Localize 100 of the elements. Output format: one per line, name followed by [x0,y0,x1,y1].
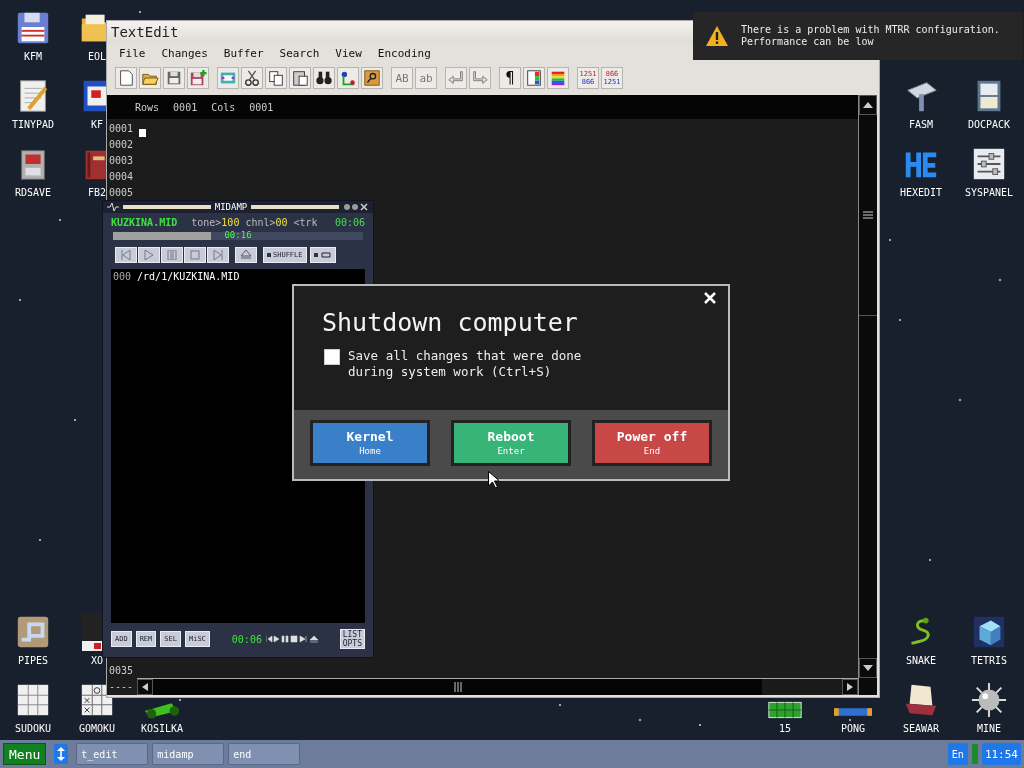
toolbar-button[interactable] [289,67,311,89]
status-value: 0001 [173,101,198,113]
tiles-icon [766,701,804,719]
next-button[interactable] [207,247,229,263]
stop-icon [190,250,200,260]
dialog-title: Shutdown computer [322,308,579,338]
toolbar-button[interactable] [265,67,287,89]
icon-label[interactable]: TINYPAD [11,119,55,131]
previous-button[interactable] [115,247,137,263]
icon-label[interactable]: FASM [908,119,934,131]
icon-label[interactable]: RDSAVE [14,187,52,199]
color-box-icon [525,69,543,87]
clock: 11:54 [981,743,1021,765]
rainbow-icon [549,69,567,87]
toolbar-button[interactable] [241,67,263,89]
close-icon[interactable] [702,290,718,306]
wave-icon [107,203,119,211]
undo-arrow-icon [447,69,465,87]
track-info: tone> [191,216,222,228]
icon-label[interactable]: PIPES [17,655,49,667]
toolbar-button[interactable] [523,67,545,89]
menu-item[interactable]: Encoding [369,46,439,60]
language-indicator[interactable]: En [947,743,968,765]
toolbar-button[interactable]: ab [415,67,437,89]
replace-icon [339,69,357,87]
track-info: KUZKINA.MID [111,216,178,228]
line-number: 0003 [108,154,135,168]
up-down-arrow-icon [57,747,66,761]
mower-icon [143,701,181,719]
notification-text: There is a problem with MTRR configuration. [741,24,1000,36]
text-cursor [139,129,146,137]
down-arrow-icon[interactable] [863,665,873,671]
copy-icon [267,69,285,87]
icon-label[interactable]: SYSPANEL [964,187,1014,199]
pause-button[interactable] [161,247,183,263]
line-number: ---- [108,680,135,694]
dialog-button[interactable]: Kernel Home [310,420,430,466]
repeat-button[interactable] [309,247,336,263]
repeat-icon [319,251,332,259]
icon-label[interactable]: KOSILKA [140,723,184,735]
icon-label[interactable]: HEXEDIT [899,187,943,199]
switch-button[interactable] [54,744,69,764]
icon-label[interactable]: FB2 [87,187,107,199]
checkbox-label[interactable]: Save all changes that were done during system work (Ctrl+S) [348,348,608,380]
blank-page-icon [117,69,135,87]
toolbar-button[interactable] [361,67,383,89]
left-arrow-icon[interactable] [142,683,148,691]
icon-label[interactable]: SNAKE [905,655,937,667]
key-icon [363,69,381,87]
menu-item[interactable]: Changes [153,46,216,60]
icon-label[interactable]: KFM [23,51,43,63]
binoculars-icon [315,69,333,87]
track-info: <trk [293,216,318,228]
status-label: Cols [211,101,236,113]
icon-label[interactable]: SUDOKU [14,723,52,735]
right-arrow-icon[interactable] [847,683,853,691]
notification-text: Performance can be low [741,36,875,48]
icon-label[interactable]: EOL [87,51,107,63]
icon-label[interactable]: XO [90,655,103,667]
play-icon [144,250,154,260]
icon-label[interactable]: PONG [840,723,866,735]
paddle-icon [834,708,872,716]
menu-item[interactable]: View [327,46,370,60]
toolbar-button[interactable] [115,67,137,89]
grip-icon [453,682,462,692]
menu-item[interactable]: Search [271,46,328,60]
toolbar-button[interactable]: ¶ [499,67,521,89]
menu-item[interactable]: File [111,46,154,60]
icon-label[interactable]: KF [90,119,103,131]
track-info: 100 [221,216,240,228]
icon-label[interactable]: MINE [976,723,1002,735]
line-number: 0001 [108,122,135,136]
progress-bar[interactable]: 00:16 [113,232,363,240]
icon-label[interactable]: GOMOKU [78,723,116,735]
line-number: 0005 [108,186,135,200]
window-title: MIDAMP [214,201,248,213]
list-options-button[interactable]: LIST OPTS [339,629,365,649]
redo-arrow-icon [471,69,489,87]
play-time: 00:06 [231,633,262,645]
pause-icon [167,250,177,260]
track-info: 00 [275,216,288,228]
icon-label[interactable]: DOCPACK [967,119,1011,131]
dialog-button[interactable]: Power off End [592,420,712,466]
toolbar-button[interactable] [313,67,335,89]
playlist-item[interactable]: /rd/1/KUZKINA.MID [137,271,240,283]
track-info: chnl> [245,216,276,228]
toolbar-button[interactable]: AB [391,67,413,89]
up-arrow-icon[interactable] [863,102,873,108]
mouse-cursor-icon [488,471,499,489]
icon-label[interactable]: SEAWAR [902,723,940,735]
menu-button[interactable]: Menu [3,743,47,765]
next-icon [213,250,223,260]
checkbox[interactable] [324,349,340,365]
menu-item[interactable]: Buffer [215,46,272,60]
window-controls-icon[interactable] [343,203,369,211]
icon-label[interactable]: TETRIS [970,655,1008,667]
toolbar-button[interactable] [337,67,359,89]
eject-button[interactable] [235,247,257,263]
icon-label[interactable]: 15 [778,723,791,735]
play-button[interactable] [138,247,160,263]
